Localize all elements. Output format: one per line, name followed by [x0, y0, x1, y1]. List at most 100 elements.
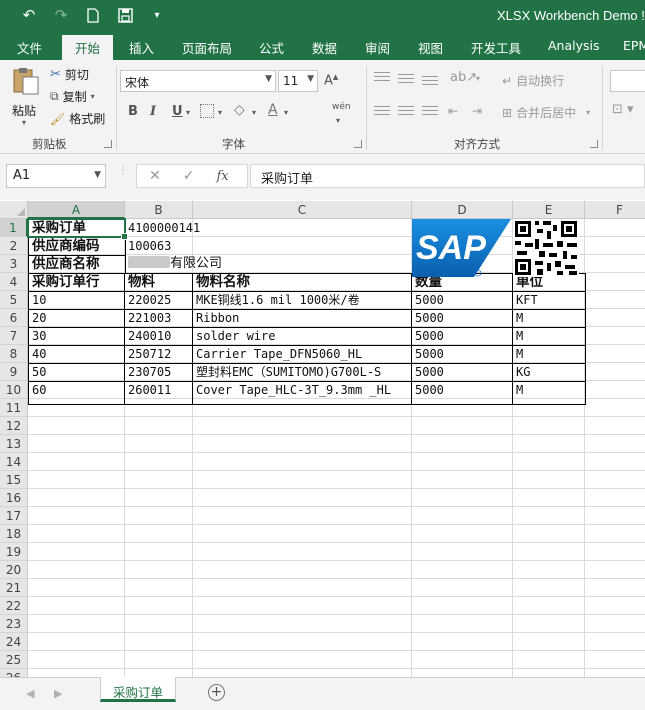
cell-b2[interactable]: 100063	[126, 237, 192, 255]
table-cell[interactable]: KFT	[514, 291, 584, 309]
redo-icon[interactable]: ↷	[52, 6, 70, 24]
tab-home[interactable]: 开始	[62, 35, 114, 60]
tab-review[interactable]: 审阅	[365, 38, 390, 57]
number-format-select[interactable]	[610, 70, 645, 92]
cell-a2[interactable]: 供应商编码	[30, 237, 124, 255]
table-cell[interactable]: 50	[30, 363, 124, 381]
row-header[interactable]: 19	[0, 543, 28, 561]
table-cell[interactable]: M	[514, 309, 584, 327]
accounting-format-icon[interactable]: ⊡ ▾	[612, 102, 634, 117]
table-cell[interactable]: 5000	[413, 309, 512, 327]
row-header[interactable]: 20	[0, 561, 28, 579]
scroll-right-icon[interactable]: ▶	[54, 687, 62, 700]
row-header[interactable]: 17	[0, 507, 28, 525]
scroll-left-icon[interactable]: ◀	[26, 687, 34, 700]
font-color-dropdown-icon[interactable]: ▾	[284, 108, 288, 117]
formula-input[interactable]: 采购订单	[250, 164, 645, 188]
orientation-icon[interactable]: ab↗	[450, 70, 477, 85]
row-header[interactable]: 2	[0, 237, 28, 255]
column-header-c[interactable]: C	[193, 201, 412, 219]
cell-a3[interactable]: 供应商名称	[30, 255, 124, 273]
paste-button[interactable]: 粘贴 ▾	[8, 66, 44, 128]
table-cell[interactable]: 20	[30, 309, 124, 327]
sheet-tab-purchase-order[interactable]: 采购订单	[100, 677, 176, 702]
row-header[interactable]: 15	[0, 471, 28, 489]
table-cell[interactable]: KG	[514, 363, 584, 381]
cell-b3[interactable]: 有限公司	[126, 255, 276, 273]
enter-icon[interactable]: ✓	[183, 168, 195, 184]
align-center-icon[interactable]	[398, 106, 414, 118]
row-header[interactable]: 25	[0, 651, 28, 669]
cell-c4[interactable]: 物料名称	[194, 273, 411, 291]
cell-b1[interactable]: 4100000141	[126, 219, 376, 237]
column-header-f[interactable]: F	[585, 201, 645, 219]
tab-data[interactable]: 数据	[312, 38, 337, 57]
cancel-icon[interactable]: ✕	[149, 168, 161, 184]
align-top-icon[interactable]	[374, 72, 390, 84]
increase-indent-icon[interactable]: ⇥	[472, 104, 482, 118]
column-header-a[interactable]: A	[28, 201, 125, 219]
tab-view[interactable]: 视图	[418, 38, 443, 57]
table-cell[interactable]: Cover Tape_HLC-3T_9.3mm _HL	[194, 381, 411, 399]
table-cell[interactable]: Carrier Tape_DFN5060_HL	[194, 345, 411, 363]
new-document-icon[interactable]	[84, 6, 102, 24]
table-cell[interactable]: M	[514, 327, 584, 345]
row-header[interactable]: 8	[0, 345, 28, 363]
phonetic-button[interactable]: wén	[332, 102, 351, 112]
add-sheet-icon[interactable]: +	[208, 684, 225, 701]
row-header[interactable]: 23	[0, 615, 28, 633]
table-cell[interactable]: 60	[30, 381, 124, 399]
align-bottom-icon[interactable]	[422, 76, 438, 88]
font-name-select[interactable]: 宋体 ▼	[120, 70, 276, 92]
row-header[interactable]: 1	[0, 219, 28, 237]
select-all-button[interactable]	[0, 201, 28, 219]
underline-button[interactable]: U	[172, 104, 183, 119]
fill-color-icon[interactable]: ◇	[234, 102, 245, 118]
table-cell[interactable]: 塑封料EMC（SUMITOMO)G700L-S	[194, 363, 411, 381]
align-middle-icon[interactable]	[398, 74, 414, 86]
table-cell[interactable]: 260011	[126, 381, 192, 399]
tab-epm[interactable]: EPM	[623, 38, 645, 53]
table-cell[interactable]: 30	[30, 327, 124, 345]
font-color-icon[interactable]: A	[268, 102, 278, 118]
row-header[interactable]: 11	[0, 399, 28, 417]
align-left-icon[interactable]	[374, 106, 390, 118]
name-box[interactable]: A1 ▼	[6, 164, 106, 188]
row-header[interactable]: 7	[0, 327, 28, 345]
row-header[interactable]: 9	[0, 363, 28, 381]
table-cell[interactable]: M	[514, 381, 584, 399]
table-cell[interactable]: 40	[30, 345, 124, 363]
row-header[interactable]: 6	[0, 309, 28, 327]
row-header[interactable]: 14	[0, 453, 28, 471]
column-header-d[interactable]: D	[412, 201, 513, 219]
table-cell[interactable]: 5000	[413, 327, 512, 345]
insert-function-button[interactable]: fx	[216, 169, 228, 184]
tab-developer[interactable]: 开发工具	[471, 38, 521, 57]
tab-insert[interactable]: 插入	[129, 38, 154, 57]
fill-dropdown-icon[interactable]: ▾	[252, 108, 256, 117]
customize-qat-icon[interactable]: ▾	[148, 6, 166, 24]
merge-center-button[interactable]: ⊞ 合并后居中 ▾	[502, 104, 590, 121]
increase-font-icon[interactable]: A▲	[324, 73, 338, 88]
tab-analysis[interactable]: Analysis	[548, 38, 600, 53]
copy-button[interactable]: ⧉ 复制 ▾	[50, 88, 95, 105]
row-header[interactable]: 26	[0, 669, 28, 677]
table-cell[interactable]: 5000	[413, 381, 512, 399]
row-header[interactable]: 21	[0, 579, 28, 597]
clipboard-launcher-icon[interactable]	[104, 140, 112, 148]
table-cell[interactable]: 240010	[126, 327, 192, 345]
bold-button[interactable]: B	[128, 104, 138, 119]
table-cell[interactable]: solder wire	[194, 327, 411, 345]
row-header[interactable]: 22	[0, 597, 28, 615]
table-cell[interactable]: Ribbon	[194, 309, 411, 327]
border-button[interactable]	[200, 104, 214, 118]
row-header[interactable]: 13	[0, 435, 28, 453]
table-cell[interactable]: 220025	[126, 291, 192, 309]
table-cell[interactable]: 5000	[413, 291, 512, 309]
cell-a4[interactable]: 采购订单行	[30, 273, 124, 291]
table-cell[interactable]: MKE铜线1.6 mil 1000米/卷	[194, 291, 411, 309]
table-cell[interactable]: 5000	[413, 345, 512, 363]
table-cell[interactable]: 250712	[126, 345, 192, 363]
table-cell[interactable]: M	[514, 345, 584, 363]
alignment-launcher-icon[interactable]	[590, 140, 598, 148]
